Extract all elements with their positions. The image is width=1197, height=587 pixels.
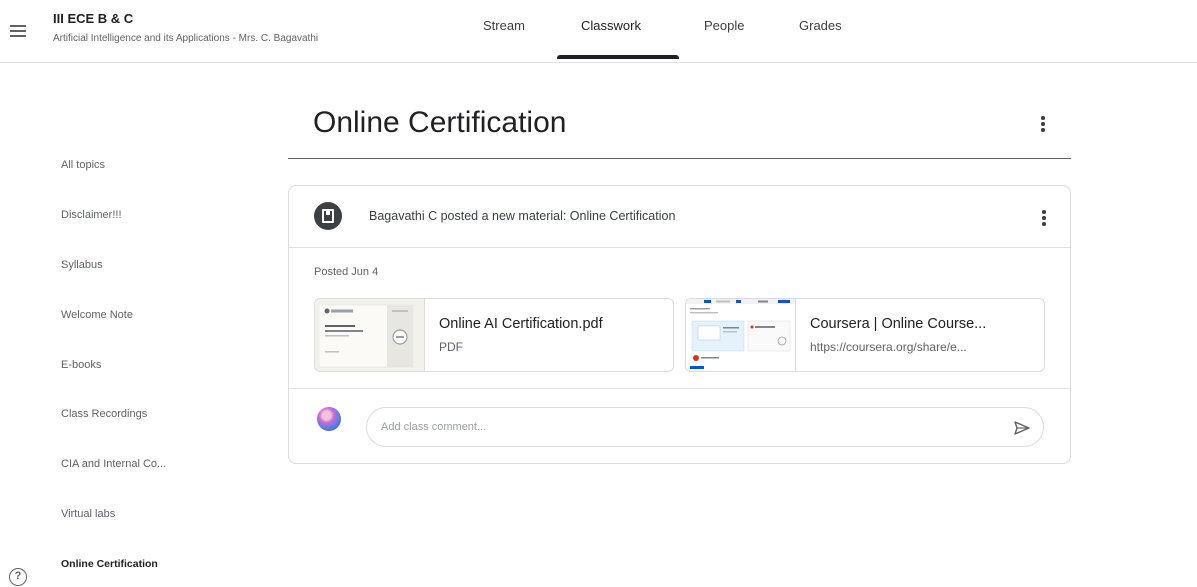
attachment-link-title[interactable]: Coursera | Online Course... — [810, 316, 986, 332]
tab-grades[interactable]: Grades — [799, 18, 842, 33]
sidebar-item-disclaimer[interactable]: Disclaimer!!! — [61, 209, 122, 221]
sidebar-item-all-topics[interactable]: All topics — [61, 159, 105, 171]
help-icon[interactable]: ? — [9, 568, 27, 586]
top-app-bar: III ECE B & C Artificial Intelligence an… — [0, 0, 1197, 63]
sidebar-item-e-books[interactable]: E-books — [61, 359, 101, 371]
sidebar-item-syllabus[interactable]: Syllabus — [61, 259, 103, 271]
attachment-pdf-type: PDF — [439, 340, 463, 354]
class-comment-box[interactable] — [366, 407, 1044, 447]
topic-title: Online Certification — [313, 106, 567, 139]
sidebar-item-cia-internal[interactable]: CIA and Internal Co... — [61, 458, 166, 470]
tab-classwork[interactable]: Classwork — [581, 18, 641, 33]
posted-date: Posted Jun 4 — [314, 266, 379, 278]
user-avatar — [317, 407, 341, 431]
pdf-thumbnail — [315, 299, 425, 371]
material-header[interactable]: Bagavathi C posted a new material: Onlin… — [289, 186, 1070, 248]
tab-people[interactable]: People — [704, 18, 744, 33]
attachment-link[interactable]: Coursera | Online Course... https://cour… — [685, 298, 1045, 372]
sidebar-item-class-recordings[interactable]: Class Recordings — [61, 408, 147, 420]
material-more-options-icon[interactable] — [1034, 208, 1054, 228]
attachment-pdf-title[interactable]: Online AI Certification.pdf — [439, 316, 603, 332]
send-icon[interactable] — [1012, 418, 1032, 438]
link-thumbnail — [686, 299, 796, 371]
attachment-link-url: https://coursera.org/share/e... — [810, 340, 967, 354]
material-post-text[interactable]: Bagavathi C posted a new material: Onlin… — [369, 209, 675, 223]
class-subtitle: Artificial Intelligence and its Applicat… — [53, 33, 319, 44]
class-comment-input[interactable] — [381, 418, 981, 436]
sidebar-item-virtual-labs[interactable]: Virtual labs — [61, 508, 115, 520]
material-book-icon — [314, 202, 342, 230]
tab-stream[interactable]: Stream — [483, 18, 525, 33]
main-menu-button[interactable] — [6, 19, 30, 43]
class-name[interactable]: III ECE B & C — [53, 11, 133, 26]
active-tab-indicator — [557, 55, 679, 59]
topic-more-options-icon[interactable] — [1033, 114, 1053, 134]
topic-divider — [288, 158, 1071, 159]
sidebar-item-welcome-note[interactable]: Welcome Note — [61, 309, 133, 321]
sidebar-item-online-certification[interactable]: Online Certification — [61, 558, 158, 570]
material-card: Bagavathi C posted a new material: Onlin… — [288, 185, 1071, 464]
attachment-pdf[interactable]: Online AI Certification.pdf PDF — [314, 298, 674, 372]
